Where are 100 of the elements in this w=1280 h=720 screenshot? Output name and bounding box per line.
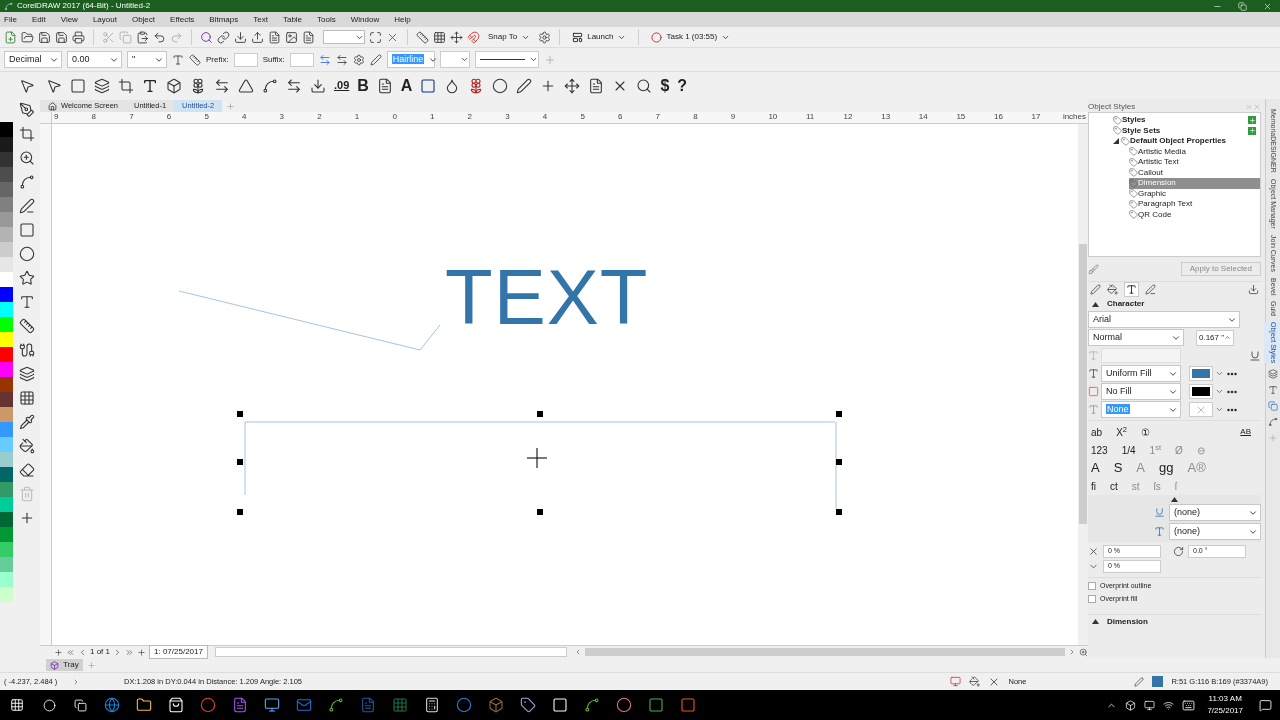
fill-type-dropdown[interactable]: Uniform Fill	[1101, 365, 1181, 382]
tree-item-label: QR Code	[1138, 208, 1173, 221]
tray-tab[interactable]: Tray	[46, 659, 83, 671]
artistic-text[interactable]: TEXT	[445, 258, 649, 336]
ruler-label: 8	[91, 112, 97, 122]
toolbar-glyph[interactable]: A	[400, 73, 413, 98]
ruler-label: 1	[354, 112, 360, 122]
tree-item[interactable]: QR Code	[1129, 209, 1260, 220]
ruler-label: 3	[505, 112, 510, 122]
menu-item[interactable]: File	[4, 13, 17, 26]
opentype-feature[interactable]: gg	[1159, 458, 1174, 478]
ruler-label: 6	[166, 112, 172, 122]
tree-item[interactable]: Default Object Properties	[1113, 136, 1260, 147]
section-header: Character	[1107, 298, 1145, 310]
suffix-label: Suffix:	[262, 53, 285, 66]
snap-to-button[interactable]: Snap To	[484, 31, 535, 43]
tree-item[interactable]: Artistic Media	[1129, 146, 1260, 157]
ruler-label: 13	[881, 112, 891, 122]
ruler-label: 4	[542, 112, 548, 122]
menu-item[interactable]: Help	[394, 13, 411, 26]
tree-item[interactable]: Graphic	[1129, 188, 1260, 199]
ruler-label: 16	[994, 112, 1003, 122]
toolbar-glyph[interactable]: .09	[334, 77, 350, 94]
ruler-label: 2	[317, 112, 322, 122]
ruler-label: 15	[956, 112, 966, 122]
tree-item-label: Default Object Properties	[1130, 135, 1228, 148]
menu-item[interactable]: Table	[282, 13, 303, 26]
section-header: Dimension	[1107, 615, 1148, 628]
case-dropdown[interactable]: (none)	[1169, 523, 1261, 540]
opentype-feature[interactable]: S	[1113, 458, 1123, 478]
panel-title: Object Styles	[1088, 101, 1137, 113]
menu-item[interactable]: Edit	[31, 13, 46, 26]
ruler-label: 7	[129, 112, 134, 122]
tree-item[interactable]: Style Sets	[1113, 125, 1260, 136]
tree-item[interactable]: Paragraph Text	[1129, 199, 1260, 210]
tree-item-label: Style Sets	[1122, 124, 1162, 137]
tree-item-label: Artistic Text	[1138, 156, 1180, 169]
clock-date: 7/25/2017	[1207, 705, 1243, 717]
opentype-feature[interactable]: ab	[1091, 424, 1103, 440]
toolbar-glyph[interactable]: B	[357, 73, 369, 98]
ruler-label: 5	[580, 112, 585, 122]
tree-item-label: Callout	[1138, 166, 1164, 179]
page-count: 1 of 1	[90, 646, 110, 658]
opentype-feature[interactable]: fi	[1091, 478, 1096, 494]
ruler-label: 4	[242, 112, 247, 122]
toolbar-glyph[interactable]: ?	[677, 73, 688, 98]
ruler-label: 8	[693, 112, 698, 122]
ruler-label: 12	[843, 112, 853, 122]
unit-dropdown[interactable]: "	[127, 51, 167, 68]
background-type-dropdown[interactable]: No Fill	[1101, 383, 1181, 400]
opentype-feature[interactable]: 123	[1091, 442, 1108, 458]
clock-time: 11:03 AM	[1208, 693, 1242, 705]
menu-item[interactable]: Effects	[170, 13, 195, 26]
opentype-feature[interactable]: ①	[1140, 424, 1150, 440]
window-title: CorelDRAW 2017 (64-Bit) - Untitled-2	[17, 0, 152, 12]
drawing-canvas[interactable]: TEXT	[52, 124, 1078, 645]
tree-item[interactable]: Artistic Text	[1129, 157, 1260, 168]
ruler-label: 17	[1031, 112, 1041, 122]
ruler-unit: inches	[1062, 112, 1086, 122]
prefix-label: Prefix:	[206, 53, 229, 66]
ruler-label: 0	[392, 112, 397, 122]
precision-dropdown[interactable]: 0.00	[67, 51, 122, 68]
underline-dropdown[interactable]: (none)	[1169, 504, 1261, 521]
ruler-label: 6	[618, 112, 623, 122]
page-tab[interactable]: 1: 07/25/2017	[149, 645, 208, 659]
tree-item-label: Graphic	[1138, 187, 1167, 200]
font-size-field[interactable]: 0.167 "	[1196, 329, 1234, 346]
ruler-label: 9	[730, 112, 736, 122]
tree-item-label: Artistic Media	[1138, 145, 1187, 158]
ruler-label: 11	[806, 112, 815, 122]
toolbar-glyph[interactable]: $	[660, 73, 670, 98]
menu-item[interactable]: Text	[253, 13, 268, 26]
units-dropdown[interactable]: Decimal	[4, 51, 62, 68]
opentype-feature[interactable]: 1/4	[1121, 442, 1136, 458]
ruler-label: 1	[430, 112, 435, 122]
opentype-feature[interactable]: ct	[1110, 478, 1118, 494]
ruler-label: 7	[655, 112, 661, 122]
tree-item-label: Dimension	[1138, 177, 1177, 190]
menu-item[interactable]: Tools	[317, 13, 336, 26]
menu-item[interactable]: Window	[350, 13, 380, 26]
ruler-label: 3	[279, 112, 285, 122]
tree-item-label: Styles	[1122, 114, 1147, 127]
ruler-label: 10	[768, 112, 778, 122]
menu-item[interactable]: Layout	[92, 13, 117, 26]
tree-item-label: Paragraph Text	[1138, 198, 1194, 211]
menu-item[interactable]: Bitmaps	[209, 13, 239, 26]
tree-item[interactable]: Callout	[1129, 167, 1260, 178]
ruler-label: 9	[54, 112, 59, 122]
font-style-dropdown[interactable]: Normal	[1088, 329, 1184, 346]
opentype-feature[interactable]: X$^{2}$	[1116, 424, 1127, 440]
font-dropdown[interactable]: Arial	[1088, 311, 1240, 328]
menu-item[interactable]: Object	[131, 13, 156, 26]
opentype-feature[interactable]: A	[1091, 458, 1100, 478]
opentype-feature[interactable]: AB	[1240, 426, 1251, 438]
launch-button[interactable]: Launch	[568, 31, 631, 43]
tree-item[interactable]: Styles	[1113, 115, 1260, 126]
ruler-label: 5	[204, 112, 209, 122]
task-button[interactable]: Task 1 (03:55)	[647, 31, 735, 43]
ruler-label: 14	[918, 112, 928, 122]
menu-item[interactable]: View	[60, 13, 78, 26]
